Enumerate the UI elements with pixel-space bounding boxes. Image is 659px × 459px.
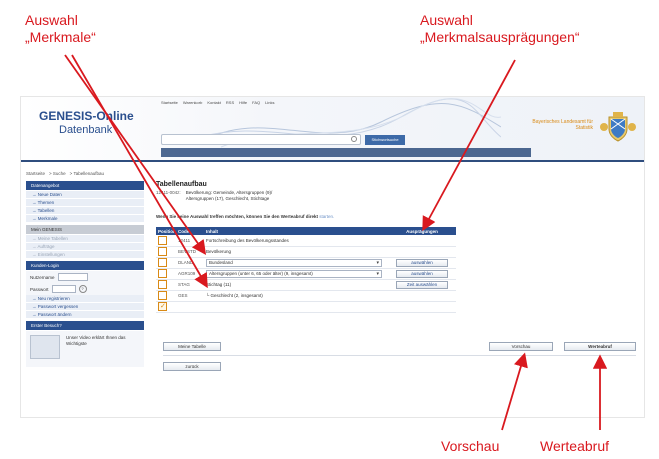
sidebar-item-einstellungen[interactable]: → Einstellungen (26, 251, 144, 259)
promo-video[interactable]: Unser Video erklärt Ihnen das Wichtigste (26, 331, 144, 367)
sidebar-item-merkmale[interactable]: → Merkmale (26, 215, 144, 223)
sidebar-section-mein-genesis: Mein GENESIS (26, 225, 144, 234)
topnav-item[interactable]: Warenkorb (183, 100, 202, 105)
main-content: Tabellenaufbau 12411-004z: Bevölkerung: … (156, 181, 636, 313)
auspraegung-auswaehlen-button[interactable]: auswählen (396, 258, 448, 267)
col-position: Position (156, 227, 176, 235)
page-title: Tabellenaufbau (156, 181, 207, 188)
table-row: 12411 Fortschreibung des Bevölkerungsstan… (156, 235, 456, 247)
col-inhalt: Inhalt (204, 227, 386, 235)
annotation-merkmale: Auswahl „Merkmale“ (25, 12, 96, 45)
merkmal-code: AGR109 (178, 271, 196, 276)
site-header: GENESIS-Online Datenbank Startseite Ware… (21, 97, 644, 160)
sidebar-item-tabellen[interactable]: → Tabellen (26, 207, 144, 215)
table-info: 12411-004z: Bevölkerung: Gemeinde, Alter… (156, 190, 636, 202)
state-office-name: Bayerisches Landesamt für Statistik (532, 119, 593, 131)
breadcrumb-item[interactable]: Startseite (26, 171, 45, 176)
direct-retrieval-hint: Wenn Sie keine Auswahl treffen möchten, … (156, 214, 335, 219)
auspraegung-auswaehlen-button[interactable]: Zeit auswählen (396, 280, 448, 289)
login-pass-label: Passwort (30, 286, 49, 292)
sidebar-item-themen[interactable]: → Themen (26, 199, 144, 207)
login-pass-row: Passwort ? (26, 283, 144, 295)
login-user-row: Nutzername (26, 271, 144, 283)
position-checkbox[interactable] (158, 269, 167, 278)
table-row (156, 301, 456, 313)
position-checkbox[interactable] (158, 291, 167, 300)
merkmal-inhalt: └ Geschlecht (2, insgesamt) (206, 293, 263, 298)
username-field[interactable] (57, 273, 88, 281)
genesis-screenshot: GENESIS-Online Datenbank Startseite Ware… (20, 96, 645, 418)
sidebar-item-meine-tabellen[interactable]: → Meine Tabellen (26, 235, 144, 243)
nav-strip (161, 148, 531, 157)
position-checkbox[interactable] (158, 280, 167, 289)
sidebar-section-kunden-login: Kunden-Login (26, 261, 144, 270)
header-divider (21, 160, 644, 162)
merkmal-code: DLAND (178, 260, 194, 265)
topnav-item[interactable]: Kontakt (207, 100, 221, 105)
promo-text: Unser Video erklärt Ihnen das Wichtigste (66, 335, 126, 346)
col-code: Code (176, 227, 204, 235)
werteabruf-button[interactable]: Werteabruf (564, 342, 636, 351)
table-row: DLAND Bundesland auswählen (156, 257, 456, 269)
preview-button[interactable]: Vorschau (489, 342, 553, 351)
logo-title[interactable]: GENESIS-Online (39, 109, 134, 123)
merkmal-select[interactable]: Altersgruppen (unter 6, 65 oder älter) (… (206, 269, 382, 278)
topnav-item[interactable]: Hilfe (239, 100, 247, 105)
table-row: GES └ Geschlecht (2, insgesamt) (156, 290, 456, 302)
merkmal-inhalt: Bevölkerung (206, 249, 232, 254)
login-help-icon[interactable]: ? (78, 285, 87, 293)
merkmal-select[interactable]: Bundesland (206, 258, 382, 267)
top-navigation: Startseite Warenkorb Kontakt RSS Hilfe F… (161, 100, 275, 105)
sidebar-item-passwort-vergessen[interactable]: → Passwort vergessen (26, 303, 144, 311)
merkmal-code: BEVSTD (178, 249, 197, 254)
table-row: STAG Stichtag (11) Zeit auswählen (156, 279, 456, 291)
col-auspraegungen: Ausprägungen (386, 227, 456, 235)
start-link[interactable]: starten. (319, 214, 334, 219)
video-thumbnail-icon[interactable] (30, 335, 60, 359)
topnav-item[interactable]: Links (265, 100, 274, 105)
merkmale-table: Position Code Inhalt Ausprägungen 12411 F… (156, 227, 456, 313)
topnav-item[interactable]: RSS (226, 100, 234, 105)
sidebar-section-datenangebot: Datenangebot (26, 181, 144, 190)
breadcrumb-item[interactable]: > Suche (49, 171, 66, 176)
breadcrumb-item: > Tabellenaufbau (69, 171, 104, 176)
auspraegung-auswaehlen-button[interactable]: auswählen (396, 269, 448, 278)
position-checkbox[interactable] (158, 235, 167, 245)
button-divider (163, 355, 636, 356)
sidebar-item-auftraege[interactable]: → Aufträge (26, 243, 144, 251)
annotation-werteabruf: Werteabruf (540, 438, 609, 454)
sidebar-section-erster-besuch: Erster Besuch? (26, 321, 144, 330)
search-input[interactable] (161, 134, 361, 145)
table-code: 12411-004z: (156, 190, 181, 195)
topnav-item[interactable]: FAQ (252, 100, 260, 105)
search-button[interactable]: Stichwortsuche (365, 135, 405, 145)
annotation-vorschau: Vorschau (441, 438, 500, 454)
bavaria-crest-icon (600, 112, 636, 142)
sidebar: Datenangebot → Neue Daten → Themen → Tab… (26, 181, 144, 367)
login-user-label: Nutzername (30, 274, 55, 280)
merkmal-code: STAG (178, 282, 190, 287)
position-checkbox[interactable] (158, 247, 167, 256)
merkmal-inhalt: Fortschreibung des Bevölkerungsstandes (206, 237, 289, 243)
sidebar-item-neue-daten[interactable]: → Neue Daten (26, 191, 144, 199)
sidebar-item-registrieren[interactable]: → Neu registrieren (26, 295, 144, 303)
merkmal-code: 12411 (178, 237, 191, 243)
merkmale-rows: 12411 Fortschreibung des Bevölkerungsstan… (156, 235, 456, 313)
table-row: AGR109 Altersgruppen (unter 6, 65 oder äl… (156, 268, 456, 280)
logo-subtitle: Datenbank (59, 124, 113, 136)
table-desc-line2: Altersgruppen (17), Geschlecht, Stichtag… (185, 196, 270, 201)
annotation-auspraegungen: Auswahl „Merkmalsausprägungen“ (420, 12, 580, 45)
position-checkbox[interactable] (158, 302, 167, 311)
topnav-item[interactable]: Startseite (161, 100, 178, 105)
sidebar-item-passwort-aendern[interactable]: → Passwort ändern (26, 311, 144, 319)
merkmal-inhalt: Stichtag (11) (206, 282, 232, 287)
merkmal-code: GES (178, 293, 188, 298)
password-field[interactable] (51, 285, 76, 293)
search-icon (351, 136, 357, 142)
meine-tabelle-button[interactable]: Meine Tabelle (163, 342, 221, 351)
table-row: BEVSTD Bevölkerung (156, 246, 456, 258)
back-button[interactable]: zurück (163, 362, 221, 371)
breadcrumb: Startseite > Suche > Tabellenaufbau (26, 171, 104, 176)
position-checkbox[interactable] (158, 258, 167, 267)
